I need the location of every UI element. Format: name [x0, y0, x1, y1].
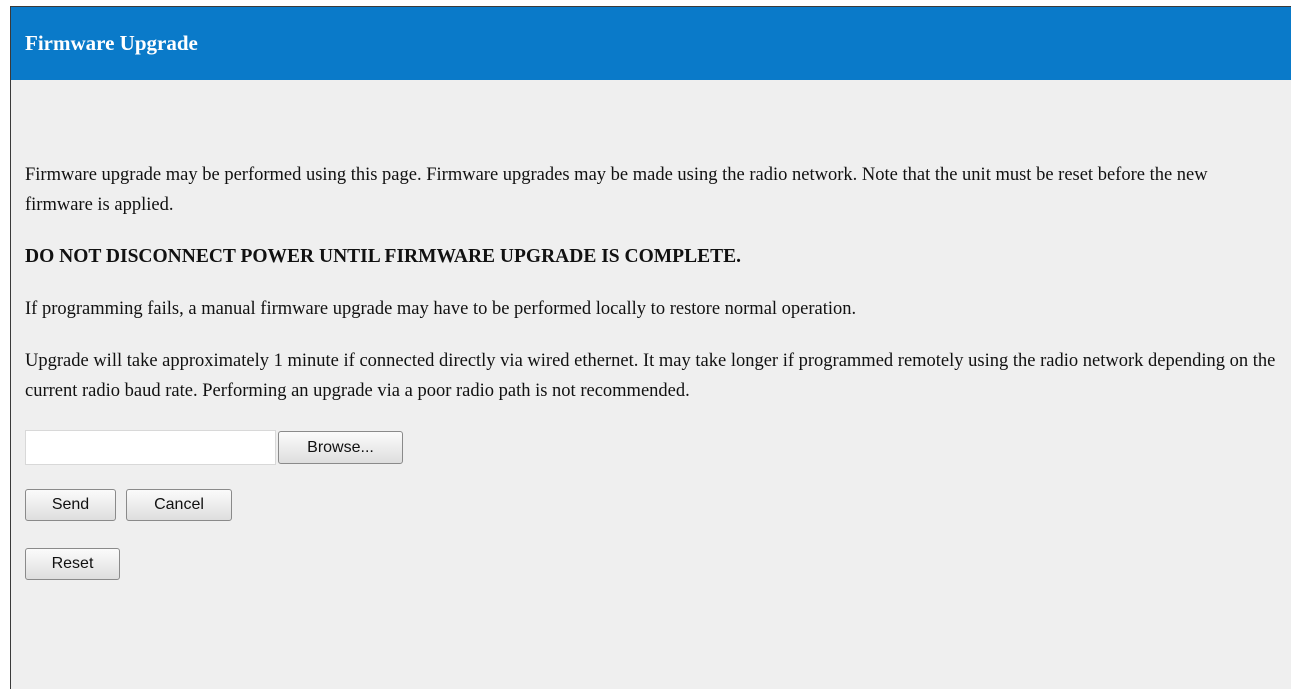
firmware-file-field[interactable]: [25, 430, 276, 465]
send-cancel-row: Send Cancel: [25, 488, 1277, 521]
browse-button[interactable]: Browse...: [278, 431, 403, 464]
page-title: Firmware Upgrade: [11, 7, 1291, 80]
failure-note-text: If programming fails, a manual firmware …: [25, 299, 857, 319]
file-select-row: Browse...: [25, 430, 1277, 465]
send-button[interactable]: Send: [25, 488, 116, 521]
cancel-button[interactable]: Cancel: [126, 488, 232, 521]
upgrade-time-text: Upgrade will take approximately 1 minute…: [25, 351, 1276, 401]
firmware-upgrade-panel: Firmware Upgrade Firmware upgrade may be…: [10, 6, 1291, 689]
reset-row: Reset: [25, 547, 1277, 580]
warning-text: DO NOT DISCONNECT POWER UNTIL FIRMWARE U…: [25, 246, 741, 267]
reset-button[interactable]: Reset: [25, 547, 120, 580]
content-area: Firmware upgrade may be performed using …: [11, 160, 1291, 580]
intro-text: Firmware upgrade may be performed using …: [25, 165, 1208, 215]
